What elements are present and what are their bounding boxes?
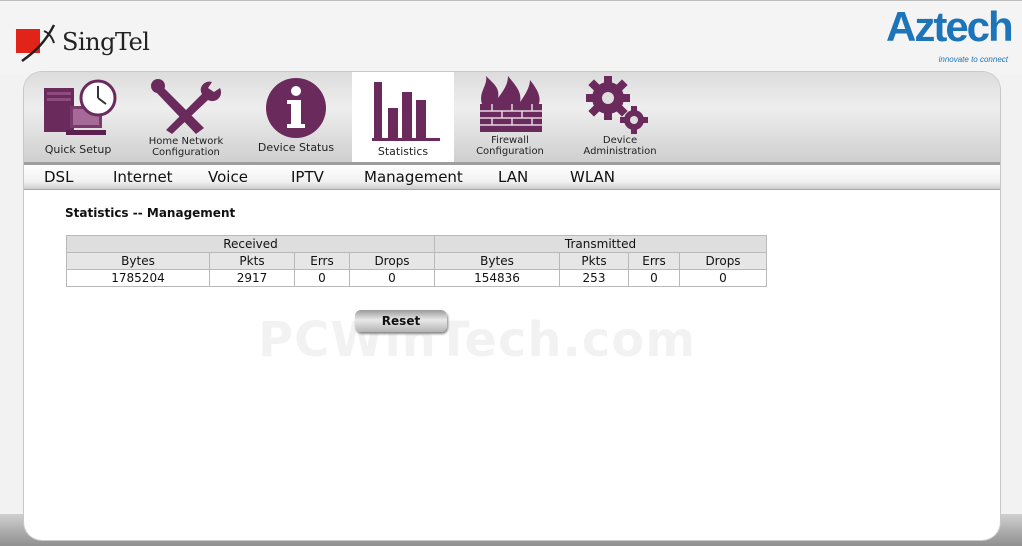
statistics-table: Received Transmitted Bytes Pkts Errs Dro… bbox=[66, 235, 767, 287]
cell-rx-pkts: 2917 bbox=[209, 269, 295, 287]
singtel-mark-icon bbox=[16, 24, 56, 63]
nav-firewall-configuration[interactable]: Firewall Configuration bbox=[464, 72, 556, 162]
singtel-logo-text: SingTel bbox=[62, 28, 150, 56]
column-header: Pkts bbox=[209, 252, 295, 270]
header-bar: SingTel Aztech innovate to connect bbox=[0, 0, 1022, 73]
cell-tx-pkts: 253 bbox=[559, 269, 629, 287]
cell-tx-bytes: 154836 bbox=[434, 269, 560, 287]
menu-wlan[interactable]: WLAN bbox=[570, 168, 615, 186]
aztech-logo: Aztech innovate to connect bbox=[886, 3, 1014, 69]
group-transmitted: Transmitted bbox=[434, 235, 767, 253]
nav-quick-setup[interactable]: Quick Setup bbox=[36, 72, 120, 162]
page-title: Statistics -- Management bbox=[65, 206, 236, 220]
nav-label-line: Administration bbox=[583, 146, 657, 157]
menu-management[interactable]: Management bbox=[364, 168, 463, 186]
column-header: Errs bbox=[294, 252, 350, 270]
nav-label-line: Configuration bbox=[476, 146, 544, 157]
cell-rx-errs: 0 bbox=[294, 269, 350, 287]
nav-label-line: Home Network bbox=[148, 136, 224, 147]
nav-label: Quick Setup bbox=[44, 143, 112, 156]
computer-clock-icon bbox=[44, 79, 117, 135]
tools-icon bbox=[151, 79, 222, 134]
reset-button[interactable]: Reset bbox=[355, 310, 447, 332]
nav-device-status[interactable]: Device Status bbox=[252, 72, 340, 162]
column-header: Errs bbox=[628, 252, 680, 270]
nav-home-network-configuration[interactable]: Home Network Configuration bbox=[142, 72, 230, 162]
gears-icon bbox=[586, 76, 648, 134]
column-header: Drops bbox=[349, 252, 435, 270]
nav-device-administration[interactable]: Device Administration bbox=[572, 72, 668, 162]
cell-rx-drops: 0 bbox=[349, 269, 435, 287]
table-group-row: Received Transmitted bbox=[66, 235, 767, 253]
nav-label: Firewall Configuration bbox=[464, 135, 556, 157]
nav-label-line: Device bbox=[602, 135, 638, 146]
column-header: Drops bbox=[679, 252, 767, 270]
nav-label: Device Status bbox=[257, 141, 335, 154]
table-row: 1785204 2917 0 0 154836 253 0 0 bbox=[66, 269, 767, 287]
column-header: Bytes bbox=[66, 252, 210, 270]
info-icon bbox=[266, 78, 326, 138]
sub-menu-bar: DSL Internet Voice IPTV Management LAN W… bbox=[24, 165, 1000, 190]
nav-label-line: Configuration bbox=[152, 147, 220, 158]
cell-tx-errs: 0 bbox=[628, 269, 680, 287]
aztech-tagline: innovate to connect bbox=[938, 55, 1008, 64]
nav-label-line: Firewall bbox=[491, 135, 529, 146]
menu-dsl[interactable]: DSL bbox=[44, 168, 73, 186]
watermark: PCWinTech.com bbox=[258, 312, 697, 368]
nav-statistics[interactable]: Statistics bbox=[352, 72, 454, 162]
nav-label: Statistics bbox=[377, 145, 429, 158]
main-panel: Quick Setup Home Network Configuration D… bbox=[24, 72, 1000, 540]
menu-lan[interactable]: LAN bbox=[498, 168, 528, 186]
bar-chart-icon bbox=[372, 82, 440, 141]
singtel-logo: SingTel bbox=[16, 19, 156, 63]
menu-iptv[interactable]: IPTV bbox=[291, 168, 324, 186]
cell-tx-drops: 0 bbox=[679, 269, 767, 287]
icon-navigation-bar: Quick Setup Home Network Configuration D… bbox=[24, 72, 1000, 165]
group-received: Received bbox=[66, 235, 435, 253]
column-header: Pkts bbox=[559, 252, 629, 270]
column-header: Bytes bbox=[434, 252, 560, 270]
menu-voice[interactable]: Voice bbox=[208, 168, 248, 186]
nav-label: Device Administration bbox=[572, 135, 668, 157]
cell-rx-bytes: 1785204 bbox=[66, 269, 210, 287]
firewall-icon bbox=[480, 76, 542, 132]
aztech-logo-text: Aztech bbox=[886, 3, 1014, 50]
menu-internet[interactable]: Internet bbox=[113, 168, 173, 186]
table-header-row: Bytes Pkts Errs Drops Bytes Pkts Errs Dr… bbox=[66, 252, 767, 270]
nav-label: Home Network Configuration bbox=[142, 136, 230, 158]
